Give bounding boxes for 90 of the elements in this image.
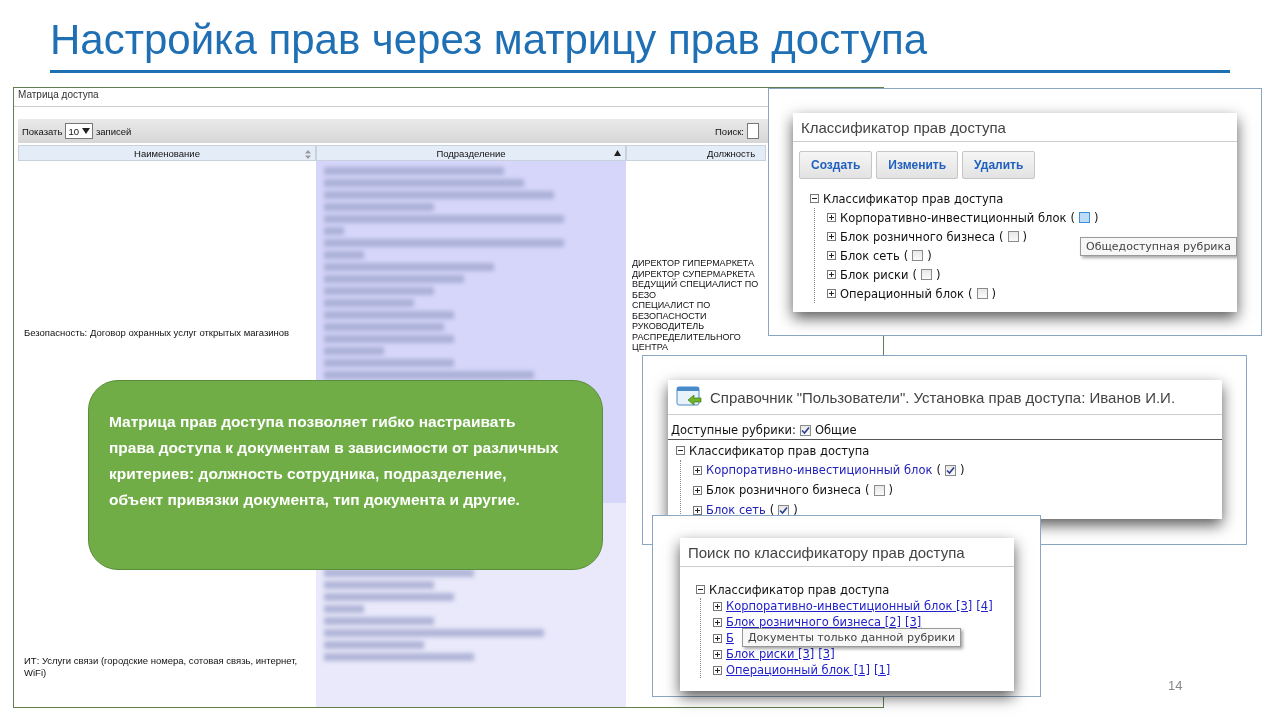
bracket: ) [1093,210,1099,225]
tree-item[interactable]: Блок сеть [840,248,900,263]
callout-text: Матрица прав доступа позволяет гибко настраивать права доступа к документам в зависимости от различных критериев: должность сотрудника, подразделение, объект привязки документа, тип документа и другие. [88,380,603,570]
tree-item[interactable]: Блок розничного бизнеса [706,483,862,497]
tree-item[interactable]: Классификатор прав доступа [689,443,870,458]
tree-item[interactable]: Корпоративно-инвестиционный блок [706,463,933,477]
checkbox[interactable] [1007,231,1019,242]
count-link[interactable]: [3] [818,647,835,661]
table-cell: ВЕДУЩИЙ СПЕЦИАЛИСТ ПО БЕЗО [632,279,760,300]
window-title: Поиск по классификатору прав доступа [688,543,965,561]
checkbox[interactable] [944,464,956,476]
tree-item[interactable]: Классификатор прав доступа [709,582,890,597]
column-header[interactable]: Должность [626,145,766,161]
records-label: записей [95,125,132,137]
checkbox[interactable] [873,484,885,496]
column-header[interactable]: Наименование [18,145,316,161]
tree-link[interactable]: Блок розничного бизнеса [2] [726,615,901,629]
bracket: ) [793,503,798,517]
toolbar-button[interactable]: Удалить [962,151,1036,179]
table-cell-text: РУКОВОДИТЕЛЬ РАСПРЕДЕЛИТЕЛЬНОГО ЦЕНТРА [632,321,742,353]
tree-item[interactable]: Блок розничного бизнеса [840,229,996,244]
expand-icon[interactable] [827,213,836,222]
table-cell-text: СПЕЦИАЛИСТ ПО БЕЗОПАСНОСТИ [632,300,712,321]
tooltip: Документы только данной рубрики [742,628,962,647]
collapse-icon[interactable] [696,585,705,594]
count-link[interactable]: [3] [905,615,922,629]
table-cell-text: ИТ: Услуги связи (городские номера, сотовая связь, интернет, WiFi) [24,655,299,679]
page-number: 14 [1168,678,1183,693]
expand-icon[interactable] [827,251,836,260]
checkbox[interactable] [976,288,988,299]
bracket: ( [769,503,775,517]
bracket: ( [999,229,1004,244]
bracket: ) [1022,229,1028,244]
tree-link[interactable]: Операционный блок [1] [726,663,870,677]
collapse-icon[interactable] [676,446,685,455]
search-label: Поиск: [715,125,744,137]
expand-icon[interactable] [713,649,722,659]
expand-icon[interactable] [713,665,722,675]
bracket: ) [888,483,894,497]
window-title: Классификатор прав доступа [801,118,1006,136]
expand-icon[interactable] [713,617,722,627]
checkbox-label: Общие [814,423,857,437]
tree-link[interactable]: Блок риски [3] [726,647,815,661]
table-cell: Безопасность: Договор охранных услуг открытых магазинов [24,327,290,339]
tree-item[interactable]: Операционный блок [840,286,964,301]
expand-icon[interactable] [713,601,722,611]
window-title: Справочник "Пользователи". Установка прав доступа: Иванов И.И. [710,388,1176,406]
count-link[interactable]: [1] [873,663,891,677]
toolbar-button[interactable]: Создать [799,151,873,179]
bracket: ) [959,463,965,477]
checkbox[interactable] [799,424,811,436]
expand-icon[interactable] [713,633,722,643]
toolbar-button[interactable]: Изменить [876,151,959,179]
bracket: ( [903,248,909,263]
tree-item[interactable]: Классификатор прав доступа [823,191,1004,206]
bracket: ( [968,286,973,301]
collapse-icon[interactable] [810,194,819,203]
bracket: ) [991,286,996,301]
bracket: ( [912,267,917,282]
column-header[interactable]: Подразделение [316,145,626,161]
count-link[interactable]: [4] [976,599,993,613]
bracket: ) [935,267,941,282]
tree-link[interactable]: Корпоративно-инвестиционный блок [3] [726,599,973,613]
expand-icon[interactable] [693,485,702,495]
bracket: ) [927,248,932,263]
page-size-select[interactable]: 10 [65,123,93,139]
tooltip: Общедоступная рубрика [1080,237,1237,256]
tree-item[interactable]: Блок сеть [706,503,766,517]
tree-item[interactable]: Блок риски [840,267,909,282]
table-cell-text: ДИРЕКТОР СУПЕРМАРКЕТА [632,268,756,279]
tree-link[interactable]: Б [726,631,734,645]
sort-ascending-icon[interactable] [614,150,621,156]
bracket: ( [865,483,870,497]
expand-icon[interactable] [693,465,702,475]
table-cell-text: ДИРЕКТОР ГИПЕРМАРКЕТА [632,258,756,269]
checkbox[interactable] [912,250,924,261]
expand-icon[interactable] [827,270,836,279]
caret-icon[interactable] [81,128,90,134]
expand-icon[interactable] [827,289,836,298]
expand-icon[interactable] [827,232,836,241]
checkbox[interactable] [1078,212,1090,223]
bracket: ( [936,463,941,477]
checkbox[interactable] [920,269,932,280]
show-label: Показать [22,125,63,137]
search-field[interactable] [747,123,759,139]
slide-title: Настройка прав через матрицу прав доступа [49,15,929,65]
field-label: Доступные рубрики: [671,423,796,437]
expand-icon[interactable] [693,505,702,515]
tree-item[interactable]: Корпоративно-инвестиционный блок [840,210,1067,225]
bracket: ( [1070,210,1075,225]
